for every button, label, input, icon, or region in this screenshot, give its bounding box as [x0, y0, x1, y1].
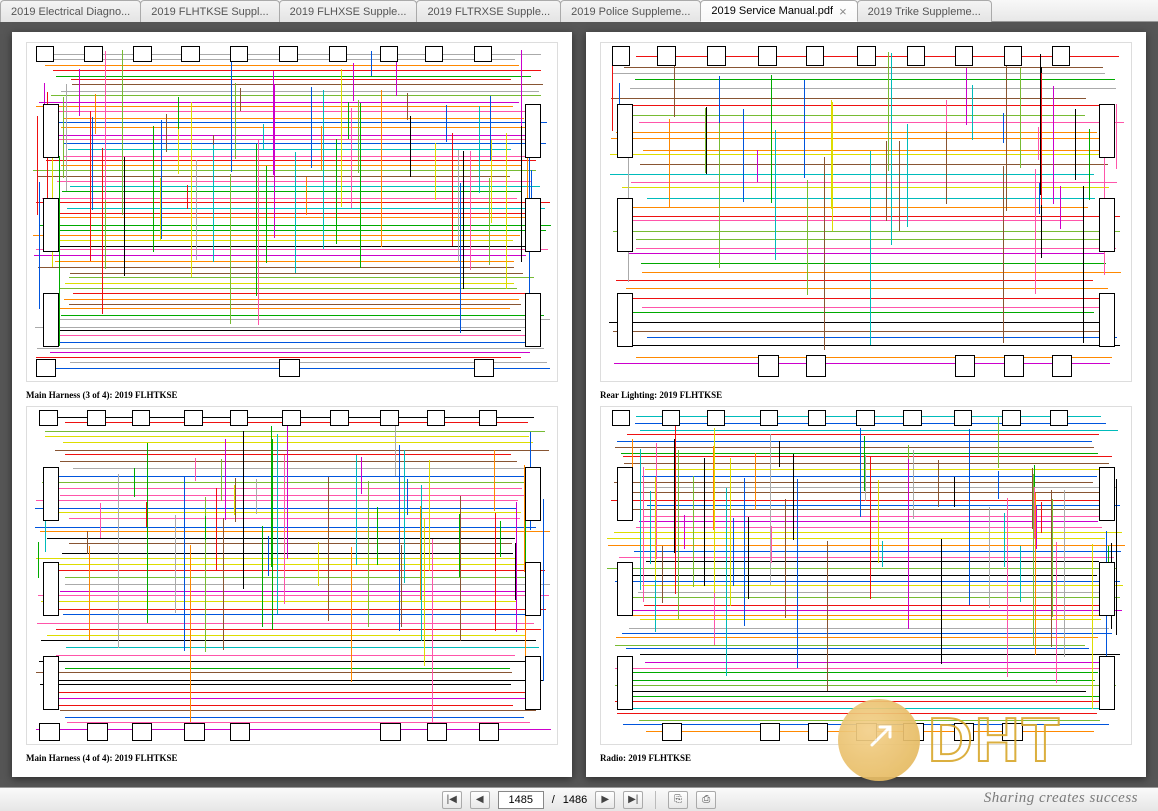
diagram-caption: Main Harness (3 of 4): 2019 FLHTKSE: [26, 390, 558, 400]
first-page-button[interactable]: |◀: [442, 791, 462, 809]
prev-page-button[interactable]: ◀: [470, 791, 490, 809]
document-tab[interactable]: 2019 FLHXSE Supple...: [279, 0, 418, 22]
document-tab[interactable]: 2019 Police Suppleme...: [560, 0, 701, 22]
page-separator: /: [552, 794, 555, 806]
divider: [655, 791, 656, 809]
wiring-diagram: [26, 406, 558, 746]
tab-label: 2019 Electrical Diagno...: [11, 6, 130, 18]
document-tab[interactable]: 2019 Service Manual.pdf ×: [700, 0, 857, 22]
watermark-tagline: Sharing creates success: [984, 790, 1138, 807]
document-tab[interactable]: 2019 Electrical Diagno...: [0, 0, 141, 22]
next-page-button[interactable]: ▶: [595, 791, 615, 809]
tab-label: 2019 FLHTKSE Suppl...: [151, 6, 268, 18]
tab-bar: 2019 Electrical Diagno... 2019 FLHTKSE Su…: [0, 0, 1158, 22]
page-view-single-icon[interactable]: ⎘: [668, 791, 688, 809]
pdf-page-left: Main Harness (3 of 4): 2019 FLHTKSE Main…: [12, 32, 572, 777]
tab-label: 2019 FLTRXSE Supple...: [427, 6, 550, 18]
close-icon[interactable]: ×: [839, 5, 847, 18]
pdf-page-right: Rear Lighting: 2019 FLHTKSE Radio: 2019 …: [586, 32, 1146, 777]
page-total: 1486: [563, 794, 587, 806]
document-tab[interactable]: 2019 FLTRXSE Supple...: [416, 0, 561, 22]
last-page-button[interactable]: ▶|: [623, 791, 643, 809]
pdf-viewport: Main Harness (3 of 4): 2019 FLHTKSE Main…: [0, 22, 1158, 787]
tab-label: 2019 Trike Suppleme...: [868, 6, 981, 18]
document-tab[interactable]: 2019 Trike Suppleme...: [857, 0, 992, 22]
wiring-diagram: [26, 42, 558, 382]
tab-label: 2019 Police Suppleme...: [571, 6, 690, 18]
diagram-caption: Radio: 2019 FLHTKSE: [600, 753, 1132, 763]
diagram-caption: Rear Lighting: 2019 FLHTKSE: [600, 390, 1132, 400]
tab-label: 2019 Service Manual.pdf: [711, 5, 833, 17]
document-tab[interactable]: 2019 FLHTKSE Suppl...: [140, 0, 279, 22]
diagram-caption: Main Harness (4 of 4): 2019 FLHTKSE: [26, 753, 558, 763]
page-number-input[interactable]: [498, 791, 544, 809]
page-view-facing-icon[interactable]: ⎙: [696, 791, 716, 809]
wiring-diagram: [600, 406, 1132, 746]
wiring-diagram: [600, 42, 1132, 382]
tab-label: 2019 FLHXSE Supple...: [290, 6, 407, 18]
